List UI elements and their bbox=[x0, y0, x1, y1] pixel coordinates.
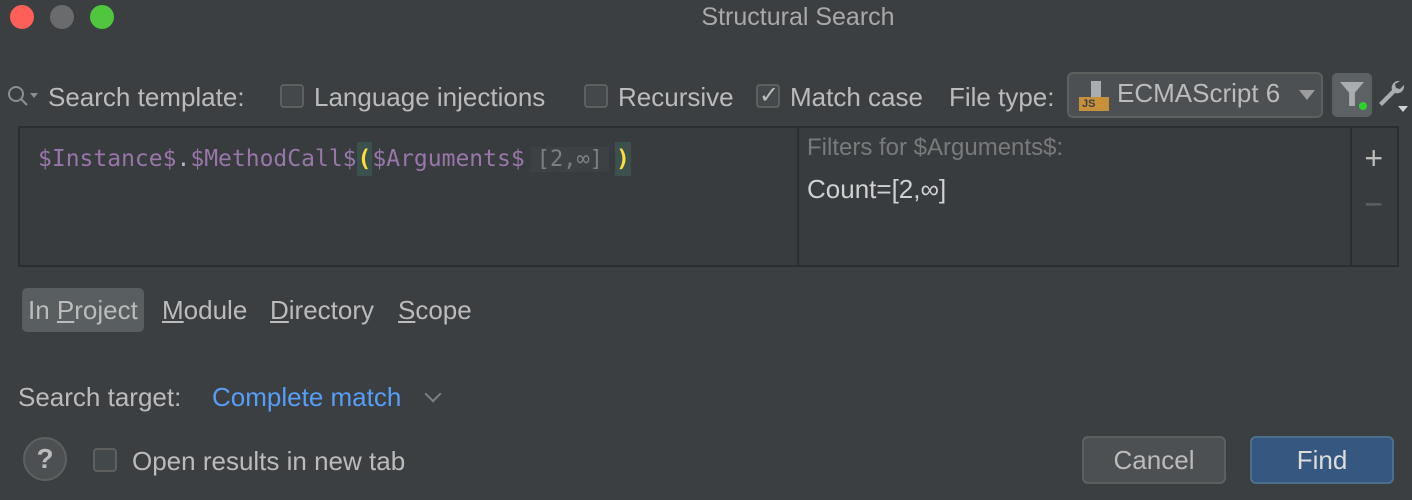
match-case-label[interactable]: Match case bbox=[790, 82, 923, 113]
variable-arguments[interactable]: $Arguments$ bbox=[372, 146, 524, 172]
scope-label-post: roject bbox=[74, 295, 138, 325]
search-template-editor[interactable]: $Instance$.$MethodCall$($Arguments$ [2,∞]… bbox=[20, 128, 799, 265]
dot-token: . bbox=[176, 146, 191, 172]
chevron-down-icon bbox=[1299, 90, 1315, 100]
scope-mnemonic: M bbox=[162, 295, 184, 325]
variable-method-call[interactable]: $MethodCall$ bbox=[190, 146, 356, 172]
filter-count-item[interactable]: Count=[2,∞] bbox=[807, 174, 946, 205]
wrench-icon bbox=[1379, 80, 1405, 106]
scope-label-pre: In bbox=[28, 295, 57, 325]
help-button[interactable]: ? bbox=[23, 437, 67, 481]
add-filter-button[interactable]: + bbox=[1364, 140, 1383, 177]
scope-tab-directory[interactable]: Directory bbox=[270, 288, 374, 332]
open-new-tab-checkbox[interactable] bbox=[93, 448, 117, 472]
open-new-tab-label[interactable]: Open results in new tab bbox=[132, 446, 405, 477]
recursive-checkbox[interactable] bbox=[584, 84, 608, 108]
variable-instance[interactable]: $Instance$ bbox=[38, 146, 176, 172]
file-type-value: ECMAScript 6 bbox=[1117, 78, 1281, 108]
recursive-label[interactable]: Recursive bbox=[618, 82, 734, 113]
scope-label-post: cope bbox=[415, 295, 472, 325]
file-type-label: File type: bbox=[949, 82, 1055, 112]
scope-tab-scope[interactable]: Scope bbox=[398, 288, 472, 332]
window-title: Structural Search bbox=[701, 3, 895, 31]
js-badge: JS bbox=[1079, 97, 1109, 111]
scope-mnemonic: D bbox=[270, 295, 289, 325]
file-type-dropdown[interactable]: JS ECMAScript 6 bbox=[1067, 72, 1323, 118]
search-target-label: Search target: bbox=[18, 382, 182, 412]
match-case-checkbox[interactable] bbox=[756, 81, 780, 110]
template-code[interactable]: $Instance$.$MethodCall$($Arguments$ [2,∞]… bbox=[38, 142, 631, 176]
javascript-file-icon: JS bbox=[1079, 81, 1111, 111]
open-paren-token: ( bbox=[356, 142, 373, 176]
scope-label-post: irectory bbox=[288, 295, 375, 325]
dropdown-arrow-icon bbox=[1398, 106, 1408, 112]
scope-label-post: odule bbox=[183, 295, 248, 325]
search-history-button[interactable] bbox=[6, 84, 40, 108]
filters-header: Filters for $Arguments$: bbox=[807, 134, 1064, 161]
count-inlay-hint: [2,∞] bbox=[530, 147, 609, 172]
find-button[interactable]: Find bbox=[1250, 436, 1394, 484]
search-template-label: Search template: bbox=[48, 82, 245, 112]
close-paren-token: ) bbox=[614, 142, 631, 176]
remove-filter-button[interactable]: − bbox=[1364, 186, 1383, 223]
scope-tab-module[interactable]: Module bbox=[162, 288, 247, 332]
filters-panel: Filters for $Arguments$: Count=[2,∞] bbox=[799, 128, 1352, 265]
cancel-button[interactable]: Cancel bbox=[1082, 436, 1226, 484]
language-injections-label[interactable]: Language injections bbox=[314, 82, 545, 113]
language-injections-checkbox[interactable] bbox=[280, 84, 304, 108]
scope-mnemonic: S bbox=[398, 295, 416, 325]
scope-mnemonic: P bbox=[56, 295, 75, 325]
chevron-down-icon[interactable] bbox=[424, 385, 442, 403]
search-icon bbox=[8, 86, 38, 106]
search-target-dropdown[interactable]: Complete match bbox=[212, 382, 401, 413]
active-indicator-dot bbox=[1359, 102, 1367, 110]
template-panel: $Instance$.$MethodCall$($Arguments$ [2,∞]… bbox=[18, 126, 1399, 267]
scope-tab-in-project[interactable]: In Project bbox=[22, 288, 144, 332]
filter-toggle-button[interactable] bbox=[1332, 73, 1372, 117]
